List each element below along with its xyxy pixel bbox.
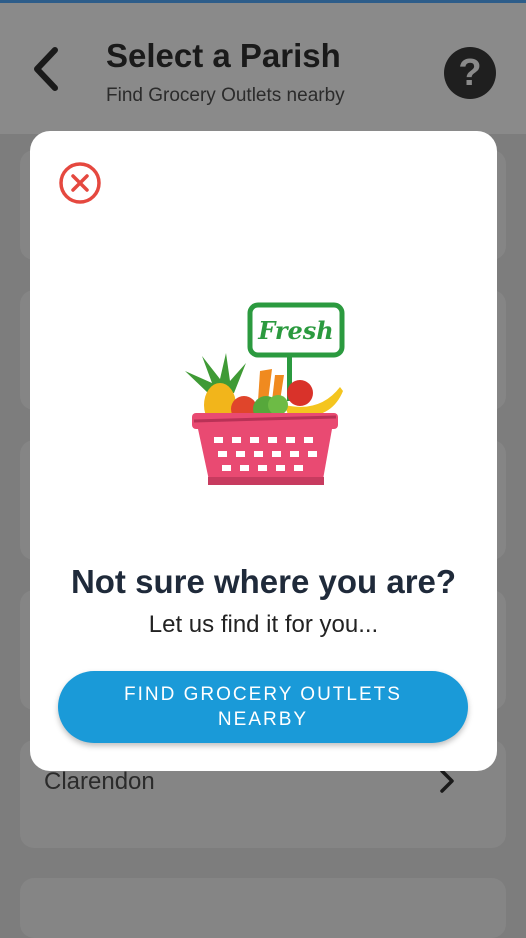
dialog-heading: Not sure where you are? xyxy=(70,563,457,600)
close-button[interactable] xyxy=(58,161,102,205)
dialog-subheading: Let us find it for you... xyxy=(148,611,379,638)
back-arrow-icon xyxy=(34,47,58,91)
fresh-sign-text: Fresh xyxy=(257,316,334,345)
find-grocery-outlets-button[interactable]: FIND GROCERY OUTLETS NEARBY xyxy=(58,671,468,743)
page-subtitle: Find Grocery Outlets nearby xyxy=(106,85,345,106)
list-item[interactable] xyxy=(20,878,506,938)
back-button[interactable] xyxy=(26,41,66,97)
location-prompt-dialog: Fresh Not sure where you are? Let us fin… xyxy=(30,131,497,771)
question-mark-icon: ? xyxy=(458,51,482,94)
page-title: Select a Parish xyxy=(106,37,341,74)
help-button[interactable]: ? xyxy=(444,47,496,99)
chevron-right-icon xyxy=(440,769,454,793)
app-header: Select a Parish Find Grocery Outlets nea… xyxy=(0,3,526,134)
close-icon xyxy=(59,162,101,204)
list-item-label: Clarendon xyxy=(44,768,155,795)
fresh-produce-basket-illustration: Fresh xyxy=(185,302,345,485)
